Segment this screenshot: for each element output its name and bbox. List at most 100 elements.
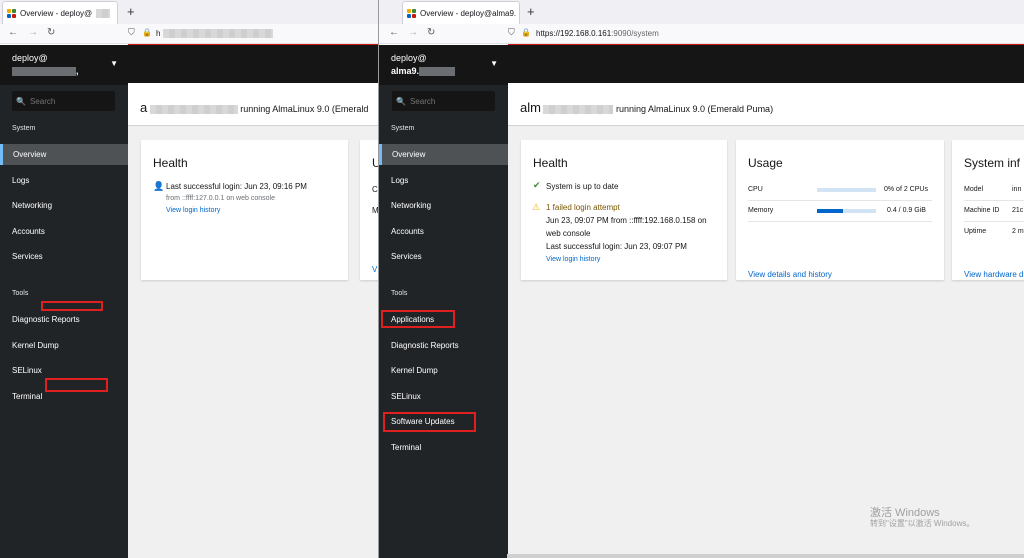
tab-bar: Overview - deploy@ +	[0, 0, 378, 24]
lock-icon[interactable]: 🔒	[142, 28, 152, 37]
shield-icon[interactable]: ⛉	[128, 27, 135, 38]
redacted-text	[12, 67, 76, 77]
search-input[interactable]	[409, 96, 470, 106]
health-card: Health ✔ System is up to date ⚠ 1 failed…	[521, 140, 727, 280]
shield-icon[interactable]: ⛉	[508, 27, 515, 38]
reload-icon[interactable]: ↻	[427, 27, 435, 38]
page-header: alm running AlmaLinux 9.0 (Emerald Puma)	[508, 83, 1024, 126]
redacted-text	[162, 29, 273, 39]
sidebar-item-logs[interactable]: Logs	[379, 170, 508, 191]
view-hardware-link[interactable]: View hardware d	[964, 270, 1023, 279]
forward-arrow-icon[interactable]: →	[408, 27, 418, 38]
url-text: h	[156, 29, 161, 38]
sidebar-item-logs[interactable]: Logs	[0, 170, 128, 191]
failed-login-detail: Jun 23, 09:07 PM from ::ffff:192.168.0.1…	[546, 216, 707, 225]
page-title: a running AlmaLinux 9.0 (Emerald	[140, 100, 369, 115]
redacted-text	[543, 105, 614, 115]
redacted-text	[96, 8, 111, 18]
sidebar-item-accounts[interactable]: Accounts	[379, 221, 508, 242]
sidebar-item-services[interactable]: Services	[0, 246, 128, 267]
browser-tab-overview[interactable]: Overview - deploy@	[2, 1, 118, 24]
address-bar[interactable]: https://192.168.0.161:9090/system	[536, 29, 659, 38]
cockpit-favicon-icon	[7, 8, 16, 18]
host-user: deploy@	[12, 53, 48, 63]
redacted-text	[149, 105, 238, 115]
sidebar-item-selinux[interactable]: SELinux	[379, 386, 508, 407]
view-details-link[interactable]: View details and history	[748, 270, 832, 279]
back-arrow-icon[interactable]: ←	[389, 27, 399, 38]
search-icon: 🔍	[396, 96, 406, 106]
sidebar-item-accounts[interactable]: Accounts	[0, 221, 128, 242]
new-tab-button[interactable]: +	[127, 4, 135, 19]
host-switcher[interactable]: deploy@ , ▼	[0, 45, 128, 85]
sidebar-item-kernel-dump[interactable]: Kernel Dump	[379, 360, 508, 381]
section-label-system: System	[12, 125, 36, 132]
windows-activation-watermark-detail: 转到"设置"以激活 Windows。	[870, 519, 975, 528]
view-login-history-link[interactable]: View login history	[546, 256, 600, 263]
address-bar[interactable]: h	[156, 29, 273, 39]
section-label-tools: Tools	[12, 290, 29, 297]
forward-arrow-icon[interactable]: →	[28, 27, 38, 38]
cpu-value: 0% of 2 CPUs	[884, 186, 928, 193]
search-box[interactable]: 🔍	[392, 91, 495, 111]
url-path: :9090/system	[611, 29, 659, 38]
sidebar-item-services[interactable]: Services	[379, 246, 508, 267]
health-card: Health 👤 Last successful login: Jun 23, …	[141, 140, 348, 280]
info-label-uptime: Uptime	[964, 228, 987, 235]
view-login-history-link[interactable]: View login history	[166, 207, 220, 214]
usage-card-partial: U C M V	[360, 140, 378, 280]
divider	[748, 200, 932, 201]
usage-link[interactable]: V	[372, 265, 377, 274]
cpu-progress-bar	[817, 188, 876, 192]
back-arrow-icon[interactable]: ←	[8, 27, 18, 38]
user-icon: 👤	[153, 181, 165, 191]
card-title: Health	[153, 156, 188, 170]
sidebar-item-overview[interactable]: Overview	[0, 144, 128, 165]
last-login: Last successful login: Jun 23, 09:07 PM	[546, 242, 687, 251]
sidebar-item-terminal[interactable]: Terminal	[379, 437, 508, 458]
sidebar-item-networking[interactable]: Networking	[0, 195, 128, 216]
info-value-model: inn	[1012, 186, 1022, 193]
card-title: System inf	[964, 156, 1021, 170]
info-value-machine-id: 21c	[1012, 207, 1024, 214]
highlight-box-applications	[381, 310, 455, 328]
update-status: System is up to date	[546, 182, 619, 191]
horizontal-scrollbar[interactable]	[507, 554, 1024, 558]
failed-login-source: web console	[546, 229, 591, 238]
right-browser-window: Overview - deploy@alma9. ✕ + ← → ↻ ⛉ 🔒 h…	[378, 0, 1024, 558]
host-name: ,	[12, 66, 79, 77]
caret-down-icon: ▼	[490, 59, 498, 68]
host-switcher[interactable]: deploy@ alma9. ▼	[379, 45, 508, 85]
sidebar-item-diagnostic-reports[interactable]: Diagnostic Reports	[0, 309, 128, 330]
card-title: Usage	[748, 156, 783, 170]
divider	[964, 221, 1024, 222]
failed-login-alert: 1 failed login attempt	[546, 203, 620, 212]
page-title: alm running AlmaLinux 9.0 (Emerald Puma)	[520, 100, 774, 115]
sidebar-item-kernel-dump[interactable]: Kernel Dump	[0, 335, 128, 356]
warning-icon: ⚠	[532, 202, 541, 212]
lock-icon[interactable]: 🔒	[521, 28, 531, 37]
url-host: https://192.168.0.161	[536, 29, 612, 38]
search-box[interactable]: 🔍	[12, 91, 115, 111]
memory-value: 0.4 / 0.9 GiB	[887, 207, 926, 214]
section-label-system: System	[391, 125, 415, 132]
search-input[interactable]	[29, 96, 90, 106]
sidebar-item-overview[interactable]: Overview	[379, 144, 508, 165]
divider	[748, 221, 932, 222]
memory-progress-bar	[817, 209, 876, 213]
browser-tab-overview[interactable]: Overview - deploy@alma9. ✕	[402, 1, 520, 24]
divider	[964, 200, 1024, 201]
info-label-machine-id: Machine ID	[964, 207, 1000, 214]
checkmark-icon: ✔	[533, 180, 541, 190]
cpu-label: CPU	[748, 186, 763, 193]
highlight-box-software-updates	[383, 412, 476, 432]
sidebar-item-terminal[interactable]: Terminal	[0, 386, 128, 407]
screenshot-root: Overview - deploy@ + ← → ↻ ⛉ 🔒 h deploy@…	[0, 0, 1024, 558]
main-content: Health ✔ System is up to date ⚠ 1 failed…	[508, 126, 1024, 558]
sidebar: deploy@ alma9. ▼ 🔍 System Overview Logs …	[379, 45, 508, 558]
system-information-card: System inf Model inn Machine ID 21c Upti…	[952, 140, 1024, 280]
new-tab-button[interactable]: +	[527, 4, 535, 19]
reload-icon[interactable]: ↻	[47, 27, 55, 38]
sidebar-item-diagnostic-reports[interactable]: Diagnostic Reports	[379, 335, 508, 356]
sidebar-item-networking[interactable]: Networking	[379, 195, 508, 216]
